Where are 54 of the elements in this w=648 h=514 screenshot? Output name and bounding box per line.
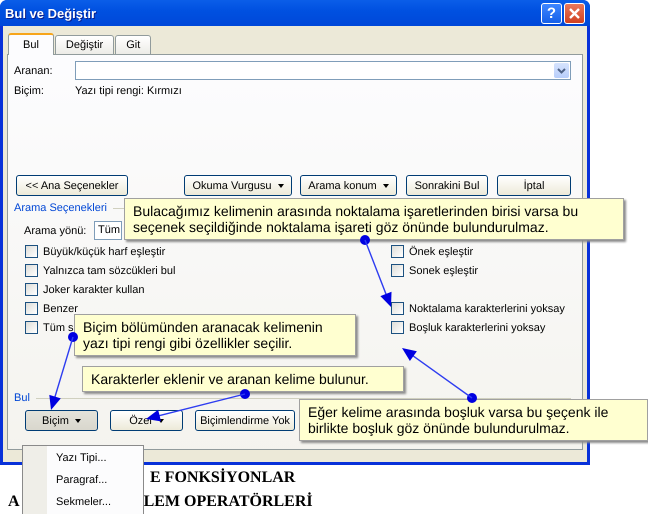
checkbox[interactable] bbox=[25, 245, 38, 258]
close-icon bbox=[568, 6, 581, 20]
close-button[interactable] bbox=[564, 2, 585, 24]
dropdown-button[interactable]: Biçim bbox=[25, 410, 98, 431]
checkbox[interactable] bbox=[25, 264, 38, 277]
checkbox[interactable] bbox=[25, 283, 38, 296]
checkbox-label: Noktalama karakterlerini yoksay bbox=[409, 302, 565, 314]
callout: Eğer kelime arasında boşluk varsa bu şeçenk ile birlikte boşluk göz önünde bulundurulmaz. bbox=[299, 399, 648, 441]
checkbox-label: Tüm s bbox=[43, 322, 74, 334]
format-label: Biçim: bbox=[14, 85, 45, 97]
dropdown-button[interactable]: Okuma Vurgusu bbox=[184, 175, 292, 196]
checkbox[interactable] bbox=[25, 302, 38, 315]
document-heading: E FONKSİYONLAR bbox=[150, 469, 296, 486]
callout: Biçim bölümünden aranacak kelimenin yazı tipi rengi gibi özellikler seçilir. bbox=[74, 314, 356, 356]
direction-select[interactable]: Tüm bbox=[94, 221, 122, 240]
search-field[interactable] bbox=[75, 61, 571, 80]
caret-icon bbox=[382, 184, 389, 188]
checkbox-label: Önek eşleştir bbox=[409, 246, 474, 258]
checkbox-label: Büyük/küçük harf eşleştir bbox=[43, 246, 166, 258]
checkbox-label: Boşluk karakterlerini yoksay bbox=[409, 322, 546, 334]
checkbox[interactable] bbox=[25, 321, 38, 334]
tab[interactable]: Değiştir bbox=[54, 35, 114, 54]
section-title: Bul bbox=[14, 392, 31, 404]
caret-icon bbox=[74, 418, 81, 422]
window-title: Bul ve Değiştir bbox=[5, 6, 96, 20]
caret-icon bbox=[278, 184, 284, 188]
help-button[interactable]: ? bbox=[541, 2, 562, 24]
button[interactable]: İptal bbox=[497, 175, 571, 196]
field-label: Arama yönü: bbox=[24, 224, 88, 236]
checkbox[interactable] bbox=[391, 245, 404, 258]
menu-item[interactable]: Yazı Tipi... bbox=[23, 450, 143, 472]
checkbox-label: Yalnızca tam sözcükleri bul bbox=[43, 264, 176, 276]
tab[interactable]: Bul bbox=[8, 33, 54, 55]
button[interactable]: << Ana Seçenekler bbox=[16, 175, 128, 196]
tab[interactable]: Git bbox=[115, 35, 152, 54]
checkbox[interactable] bbox=[391, 302, 404, 315]
format-value: Yazı tipi rengi: Kırmızı bbox=[75, 85, 182, 97]
section-title: Arama Seçenekleri bbox=[14, 202, 108, 214]
checkbox-label: Joker karakter kullan bbox=[43, 284, 144, 296]
document-heading: A bbox=[8, 493, 20, 511]
checkbox[interactable] bbox=[391, 264, 404, 277]
dropdown-button[interactable]: Arama konum bbox=[300, 175, 397, 196]
checkbox[interactable] bbox=[391, 321, 404, 334]
callout: Bulacağımız kelimenin arasında noktalama işaretlerinden birisi varsa bu seçenek seçildiğinde noktalama işareti göz önünde bulundurulmaz. bbox=[124, 198, 624, 240]
button[interactable]: Sonrakini Bul bbox=[406, 175, 488, 196]
checkbox-label: Benzer bbox=[43, 302, 78, 314]
menu-item[interactable]: Sekmeler... bbox=[23, 494, 143, 514]
document-heading: LEM OPERATÖRLERİ bbox=[144, 493, 313, 511]
callout: Karakterler eklenir ve aranan kelime bulunur. bbox=[82, 366, 404, 392]
leader-arrow bbox=[360, 235, 392, 307]
checkbox-label: Sonek eşleştir bbox=[409, 264, 478, 276]
field-label: Aranan: bbox=[14, 64, 54, 76]
menu-item[interactable]: Paragraf... bbox=[23, 472, 143, 494]
button[interactable]: Biçimlendirme Yok bbox=[195, 410, 295, 431]
